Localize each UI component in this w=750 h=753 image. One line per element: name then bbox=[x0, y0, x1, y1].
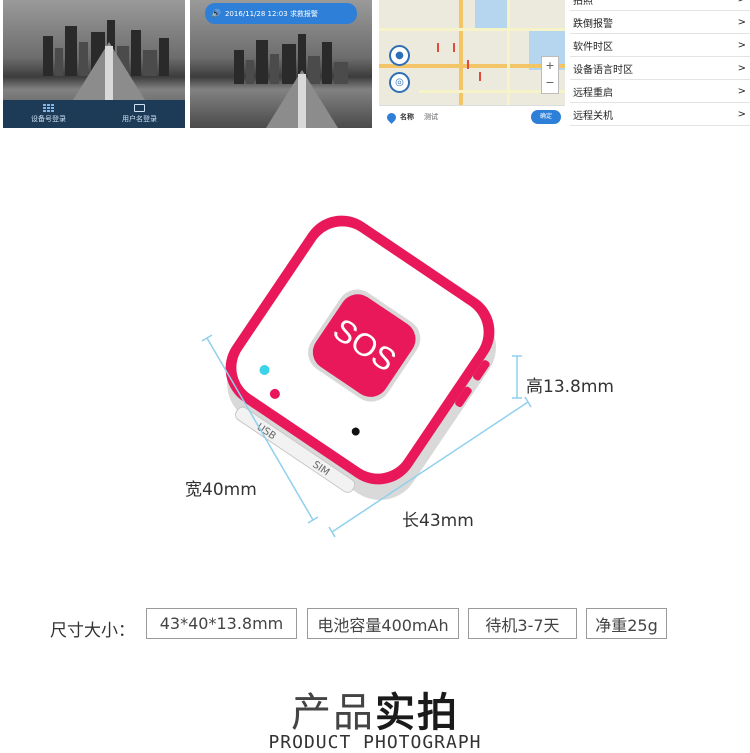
settings-item-label: 软件时区 bbox=[573, 41, 613, 53]
spec-tag-battery: 电池容量400mAh bbox=[307, 608, 459, 639]
locate-device-button[interactable]: ● bbox=[389, 45, 410, 66]
settings-item-label: 拍照 bbox=[573, 0, 593, 7]
login-screen-screenshot: 设备号登录 用户名登录 bbox=[3, 0, 185, 128]
chevron-right-icon: > bbox=[737, 108, 746, 120]
chevron-right-icon: > bbox=[737, 16, 746, 28]
map-info-bar: 名称 测试 确定 bbox=[379, 105, 565, 128]
settings-item-label: 远程关机 bbox=[573, 110, 613, 122]
settings-item-remote-restart[interactable]: 远程重启 > bbox=[570, 80, 750, 103]
spec-size-label: 尺寸大小： bbox=[50, 621, 135, 641]
settings-item-remote-shutdown[interactable]: 远程关机 > bbox=[570, 103, 750, 126]
locate-me-button[interactable]: ◎ bbox=[389, 72, 410, 93]
tab-label: 设备号登录 bbox=[31, 115, 66, 123]
sos-alert-notification[interactable]: 🔊 2016/11/28 12:03 求救报警 bbox=[205, 3, 357, 24]
chevron-right-icon: > bbox=[738, 0, 746, 5]
tab-label: 用户名登录 bbox=[122, 115, 157, 123]
section-title: 产品实拍 bbox=[0, 680, 750, 738]
notification-text: 2016/11/28 12:03 求救报警 bbox=[224, 9, 318, 18]
chevron-right-icon: > bbox=[737, 39, 746, 51]
login-tab-bar: 设备号登录 用户名登录 bbox=[3, 100, 185, 128]
road-graphic bbox=[73, 42, 145, 100]
road-graphic bbox=[266, 70, 338, 128]
spec-tag-weight: 净重25g bbox=[586, 608, 667, 639]
section-title-bold: 实拍 bbox=[375, 690, 459, 736]
zoom-in-button[interactable]: + bbox=[542, 57, 558, 74]
chevron-right-icon: > bbox=[737, 85, 746, 97]
zoom-control[interactable]: + − bbox=[541, 56, 559, 94]
tab-device-login[interactable]: 设备号登录 bbox=[3, 100, 94, 128]
zoom-out-button[interactable]: − bbox=[542, 74, 558, 91]
chevron-right-icon: > bbox=[737, 62, 746, 74]
map-screen-screenshot: ● ◎ + − 名称 测试 确定 bbox=[379, 0, 565, 128]
location-pin-icon bbox=[385, 110, 398, 124]
settings-item-photo[interactable]: 拍照 > bbox=[570, 0, 750, 11]
width-dimension-label: 宽40mm bbox=[185, 480, 257, 500]
spec-tag-standby: 待机3-7天 bbox=[468, 608, 577, 639]
height-dimension-label: 高13.8mm bbox=[526, 377, 614, 397]
settings-item-label: 跌倒报警 bbox=[573, 18, 613, 30]
id-card-icon bbox=[134, 104, 145, 112]
name-value: 测试 bbox=[424, 113, 438, 121]
speaker-icon: 🔊 bbox=[211, 9, 221, 18]
notification-screen-screenshot: 🔊 2016/11/28 12:03 求救报警 bbox=[190, 0, 372, 128]
settings-item-label: 设备语言时区 bbox=[573, 64, 633, 76]
spec-tag-dimensions: 43*40*13.8mm bbox=[146, 608, 297, 639]
settings-item-fall-alarm[interactable]: 跌倒报警 > bbox=[570, 11, 750, 34]
settings-item-device-language[interactable]: 设备语言时区 > bbox=[570, 57, 750, 80]
grid-icon bbox=[43, 104, 54, 112]
tab-username-login[interactable]: 用户名登录 bbox=[94, 100, 185, 128]
length-dimension-label: 长43mm bbox=[402, 511, 474, 531]
settings-item-software-timezone[interactable]: 软件时区 > bbox=[570, 34, 750, 57]
settings-item-label: 远程重启 bbox=[573, 87, 613, 99]
settings-list-screenshot: 拍照 > 跌倒报警 > 软件时区 > 设备语言时区 > 远程重启 > 远程关机 … bbox=[570, 0, 750, 128]
name-label: 名称 bbox=[400, 113, 414, 121]
section-title-light: 产品 bbox=[291, 690, 375, 736]
confirm-button[interactable]: 确定 bbox=[531, 110, 561, 124]
